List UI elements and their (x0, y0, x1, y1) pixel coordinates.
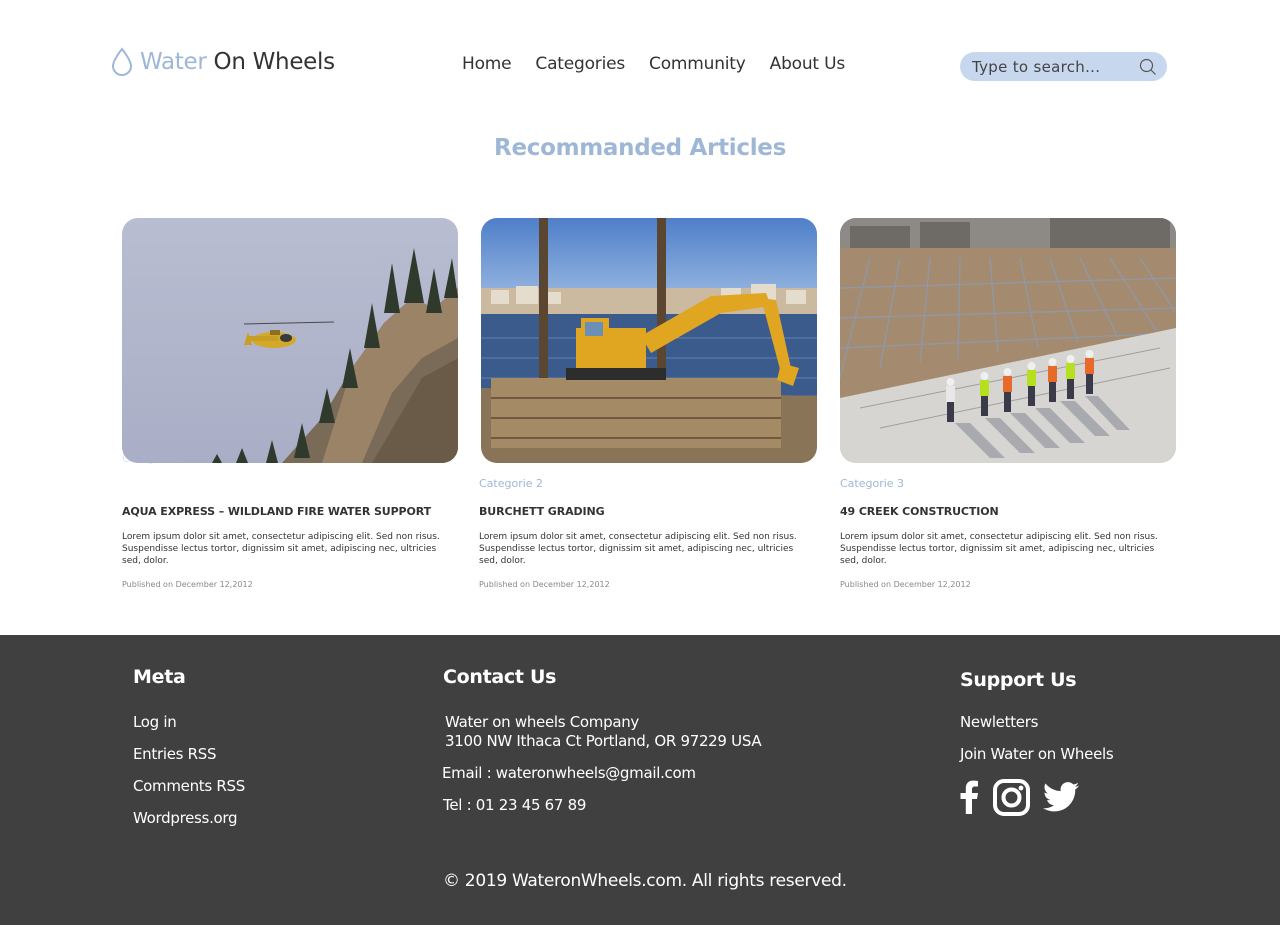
nav-home[interactable]: Home (462, 54, 512, 74)
logo-word-on-wheels: On Wheels (213, 48, 336, 75)
logo-word-water: Water (140, 48, 207, 75)
footer-tel[interactable]: Tel : 01 23 45 67 89 (443, 796, 586, 815)
facebook-icon[interactable] (960, 780, 978, 814)
search-input[interactable] (972, 57, 1132, 76)
article-image-burchett-grading[interactable] (481, 218, 817, 463)
article-title[interactable]: AQUA EXPRESS – WILDLAND FIRE WATER SUPPO… (122, 505, 431, 518)
article-title[interactable]: 49 CREEK CONSTRUCTION (840, 505, 999, 518)
article-date: Published on December 12,2012 (122, 580, 253, 589)
article-image-49-creek[interactable] (840, 218, 1176, 463)
search-bar (960, 52, 1167, 81)
article-excerpt: Lorem ipsum dolor sit amet, consectetur … (840, 532, 1158, 566)
article-excerpt: Lorem ipsum dolor sit amet, consectetur … (479, 532, 797, 566)
instagram-icon[interactable] (993, 779, 1030, 816)
footer-link-wordpress[interactable]: Wordpress.org (133, 809, 238, 827)
copyright-text: © 2019 WateronWheels.com. All rights res… (443, 871, 847, 891)
footer-support-heading: Support Us (960, 669, 1077, 691)
article-title[interactable]: BURCHETT GRADING (479, 505, 605, 518)
nav-community[interactable]: Community (649, 54, 746, 74)
footer-link-comments-rss[interactable]: Comments RSS (133, 777, 245, 795)
article-category[interactable]: Categorie 2 (479, 477, 543, 490)
article-date: Published on December 12,2012 (479, 580, 610, 589)
water-drop-icon (111, 47, 133, 76)
article-image-aqua-express[interactable] (122, 218, 458, 463)
nav-categories[interactable]: Categories (535, 54, 625, 74)
search-icon[interactable] (1139, 58, 1157, 76)
site-logo[interactable]: Water On Wheels (110, 45, 335, 79)
footer-address: 3100 NW Ithaca Ct Portland, OR 97229 USA (445, 732, 762, 750)
nav-about-us[interactable]: About Us (770, 54, 846, 74)
article-category[interactable]: Categorie 1 (122, 452, 186, 465)
footer-company-name: Water on wheels Company (445, 713, 640, 731)
footer-email[interactable]: Email : wateronwheels@gmail.com (442, 764, 696, 783)
footer-link-join[interactable]: Join Water on Wheels (960, 745, 1114, 763)
footer-link-entries-rss[interactable]: Entries RSS (133, 745, 216, 763)
main-nav: Home Categories Community About Us (462, 54, 845, 74)
footer-meta-heading: Meta (133, 666, 186, 688)
twitter-icon[interactable] (1043, 782, 1079, 812)
footer-link-newsletters[interactable]: Newletters (960, 713, 1038, 731)
footer-link-log-in[interactable]: Log in (133, 713, 177, 731)
footer-contact-heading: Contact Us (443, 666, 557, 688)
section-title: Recommanded Articles (494, 135, 786, 161)
article-excerpt: Lorem ipsum dolor sit amet, consectetur … (122, 532, 440, 566)
article-date: Published on December 12,2012 (840, 580, 971, 589)
article-category[interactable]: Categorie 3 (840, 477, 904, 490)
